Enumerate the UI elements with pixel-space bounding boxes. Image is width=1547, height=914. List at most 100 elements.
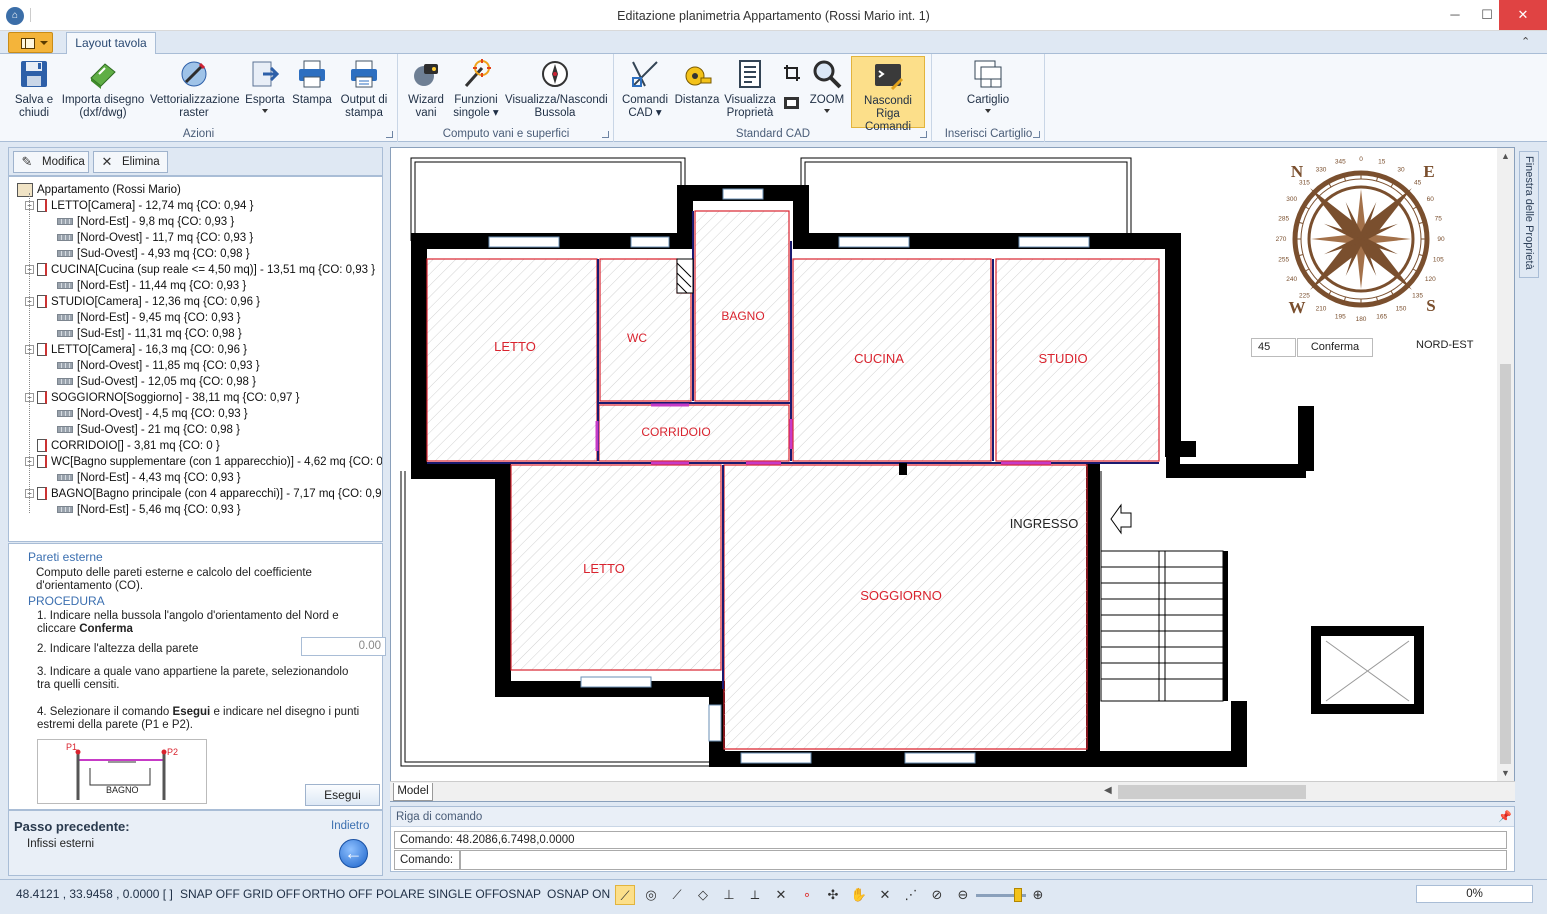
wizard-label-2: vani xyxy=(415,107,437,119)
tree-item-wall[interactable]: [Nord-Est] - 5,46 mq {CO: 0,93 } xyxy=(57,502,241,518)
scrollbar-thumb[interactable] xyxy=(1118,785,1306,799)
pan-hand-icon[interactable]: ✋ xyxy=(849,885,869,905)
nascondi-riga-comandi-button[interactable]: Nascondi Riga Comandi xyxy=(851,56,925,133)
snap-midpoint-icon[interactable]: ⟋ xyxy=(667,885,687,905)
tree-item-room[interactable]: − BAGNO[Bagno principale (con 4 apparecch… xyxy=(25,486,382,502)
polar-toggle[interactable]: POLARE xyxy=(376,887,425,901)
application-menu-button[interactable] xyxy=(8,32,53,53)
previous-step-name: Infissi esterni xyxy=(27,838,95,850)
visualizza-proprieta-button[interactable]: Visualizza Proprietà xyxy=(723,56,777,128)
scroll-up-icon[interactable]: ▲ xyxy=(1497,148,1514,164)
close-button[interactable]: ✕ xyxy=(1499,0,1547,30)
snap-perpendicular-icon[interactable]: ⊥ xyxy=(719,885,739,905)
osnap-toggle[interactable]: OSNAP xyxy=(499,887,541,901)
tree-item-room[interactable]: CORRIDOIO[] - 3,81 mq {CO: 0 } xyxy=(25,438,220,454)
ribbon-group-label: Standard CAD xyxy=(735,128,811,140)
zoom-button[interactable]: ZOOM xyxy=(809,56,845,128)
tree-item-wall[interactable]: [Sud-Est] - 11,31 mq {CO: 0,98 } xyxy=(57,326,242,342)
scrollbar-thumb[interactable] xyxy=(1500,364,1511,764)
tree-item-wall[interactable]: [Nord-Est] - 9,45 mq {CO: 0,93 } xyxy=(57,310,241,326)
tree-item-room[interactable]: − WC[Bagno supplementare (con 1 apparecch… xyxy=(25,454,382,470)
image-tool-button[interactable] xyxy=(783,94,803,114)
tree-item-root[interactable]: Appartamento (Rossi Mario) xyxy=(17,182,181,198)
comandi-cad-button[interactable]: Comandi CAD ▾ xyxy=(621,56,669,128)
pin-icon[interactable]: 📌 xyxy=(1498,810,1512,823)
wall-height-input[interactable]: 0.00 xyxy=(301,637,386,656)
tree-item-wall[interactable]: [Sud-Ovest] - 12,05 mq {CO: 0,98 } xyxy=(57,374,256,390)
snap-intersection-icon[interactable]: ✕ xyxy=(771,885,791,905)
importa-disegno-button[interactable]: Importa disegno (dxf/dwg) xyxy=(60,56,146,128)
snap-node-icon[interactable]: ∘ xyxy=(797,885,817,905)
distanza-button[interactable]: Distanza xyxy=(673,56,721,128)
tree-item-wall[interactable]: [Nord-Est] - 11,44 mq {CO: 0,93 } xyxy=(57,278,246,294)
tree-item-room[interactable]: − STUDIO[Camera] - 12,36 mq {CO: 0,96 } xyxy=(25,294,260,310)
back-arrow-icon[interactable]: ← xyxy=(339,839,368,868)
scroll-left-icon[interactable]: ◀ xyxy=(1104,785,1112,796)
snap-tangent-icon[interactable]: ⟂ xyxy=(745,885,765,905)
tree-item-room[interactable]: − LETTO[Camera] - 16,3 mq {CO: 0,96 } xyxy=(25,342,247,358)
tree-item-wall[interactable]: [Nord-Est] - 9,8 mq {CO: 0,93 } xyxy=(57,214,234,230)
tree-item-wall[interactable]: [Nord-Est] - 4,43 mq {CO: 0,93 } xyxy=(57,470,241,486)
tree-item-wall[interactable]: [Sud-Ovest] - 21 mq {CO: 0,98 } xyxy=(57,422,240,438)
snap-quadrant-icon[interactable]: ◇ xyxy=(693,885,713,905)
compass-tick-label: 105 xyxy=(1433,257,1444,264)
vettorializzazione-button[interactable]: Vettorializzazione raster xyxy=(150,56,240,128)
tree-item-room[interactable]: − CUCINA[Cucina (sup reale <= 4,50 mq)] -… xyxy=(25,262,375,278)
esporta-button[interactable]: Esporta xyxy=(242,56,288,128)
compass-tick-label: 165 xyxy=(1376,313,1387,320)
compass-rose[interactable]: 0 153045607590105120135150165180195210225… xyxy=(1276,156,1445,323)
elimina-button[interactable]: ✕ Elimina xyxy=(93,151,168,173)
funzioni-singole-button[interactable]: Funzioni singole ▾ xyxy=(451,56,501,128)
grid-toggle[interactable]: GRID OFF xyxy=(243,887,300,901)
minimize-button[interactable]: ─ xyxy=(1438,0,1472,30)
drawing-canvas[interactable]: LETTO WC BAGNO CUCINA STUDIO CORRIDOIO L… xyxy=(390,147,1515,802)
tree-item-wall[interactable]: [Nord-Ovest] - 4,5 mq {CO: 0,93 } xyxy=(57,406,248,422)
ortho-toggle[interactable]: ORTHO OFF xyxy=(302,887,372,901)
properties-window-tab[interactable]: Finestra delle Proprietà xyxy=(1519,151,1539,278)
zoom-out-icon[interactable]: ⊖ xyxy=(953,885,973,905)
cartiglio-button[interactable]: Cartiglio xyxy=(953,56,1023,128)
tree-item-wall[interactable]: [Nord-Ovest] - 11,85 mq {CO: 0,93 } xyxy=(57,358,260,374)
single-toggle[interactable]: SINGLE OFF xyxy=(428,887,499,901)
snap-insert-icon[interactable]: ✣ xyxy=(823,885,843,905)
scroll-down-icon[interactable]: ▼ xyxy=(1497,765,1514,781)
tree-item-room[interactable]: − SOGGIORNO[Soggiorno] - 38,11 mq {CO: 0,… xyxy=(25,390,299,406)
snap-extension-icon[interactable]: ⋰ xyxy=(901,885,921,905)
room-tree[interactable]: Appartamento (Rossi Mario) − LETTO[Camera]… xyxy=(8,176,383,542)
tree-item-wall[interactable]: [Sud-Ovest] - 4,93 mq {CO: 0,98 } xyxy=(57,246,250,262)
group-launcher-icon[interactable] xyxy=(602,131,609,138)
command-input[interactable] xyxy=(460,850,1507,870)
esegui-button[interactable]: Esegui xyxy=(305,784,380,806)
zoom-slider-thumb[interactable] xyxy=(1014,888,1022,902)
zoom-slider[interactable] xyxy=(976,888,1026,902)
group-launcher-icon[interactable] xyxy=(386,131,393,138)
ribbon-collapse-button[interactable]: ⌃ xyxy=(1521,35,1530,48)
zoom-in-icon[interactable]: ⊕ xyxy=(1028,885,1048,905)
stampa-button[interactable]: Stampa xyxy=(290,56,334,128)
indietro-link[interactable]: Indietro xyxy=(331,820,369,832)
bussola-button[interactable]: Visualizza/Nascondi Bussola xyxy=(505,56,608,128)
crop-tool-button[interactable] xyxy=(783,64,803,84)
comandi-cad-label-1: Comandi xyxy=(621,94,669,106)
vertical-scrollbar[interactable]: ▲ ▼ xyxy=(1497,148,1514,781)
tree-item-room[interactable]: − LETTO[Camera] - 12,74 mq {CO: 0,94 } xyxy=(25,198,253,214)
salva-chiudi-button[interactable]: Salva e chiudi xyxy=(10,56,58,128)
snap-endpoint-icon[interactable]: ⟋ xyxy=(615,885,635,905)
compass-tick-label: 300 xyxy=(1286,196,1297,203)
output-stampa-button[interactable]: Output di stampa xyxy=(338,56,390,128)
snap-clear-icon[interactable]: ⊘ xyxy=(927,885,947,905)
tree-item-wall[interactable]: [Nord-Ovest] - 11,7 mq {CO: 0,93 } xyxy=(57,230,253,246)
modifica-button[interactable]: ✎ Modifica xyxy=(13,151,89,173)
delete-icon: ✕ xyxy=(101,154,113,169)
wizard-vani-button[interactable]: Wizard vani xyxy=(405,56,447,128)
tab-layout-tavola[interactable]: Layout tavola xyxy=(66,32,156,55)
conferma-button[interactable]: Conferma xyxy=(1297,338,1373,357)
snap-center-icon[interactable]: ◎ xyxy=(641,885,661,905)
snap-nearest-icon[interactable]: ✕ xyxy=(875,885,895,905)
group-launcher-icon[interactable] xyxy=(920,131,927,138)
osnap-on-toggle[interactable]: OSNAP ON xyxy=(547,887,610,901)
compass-angle-input[interactable]: 45 xyxy=(1251,338,1296,357)
snap-toggle[interactable]: SNAP OFF xyxy=(180,887,240,901)
model-tab[interactable]: Model xyxy=(393,783,433,801)
group-launcher-icon[interactable] xyxy=(1033,131,1040,138)
